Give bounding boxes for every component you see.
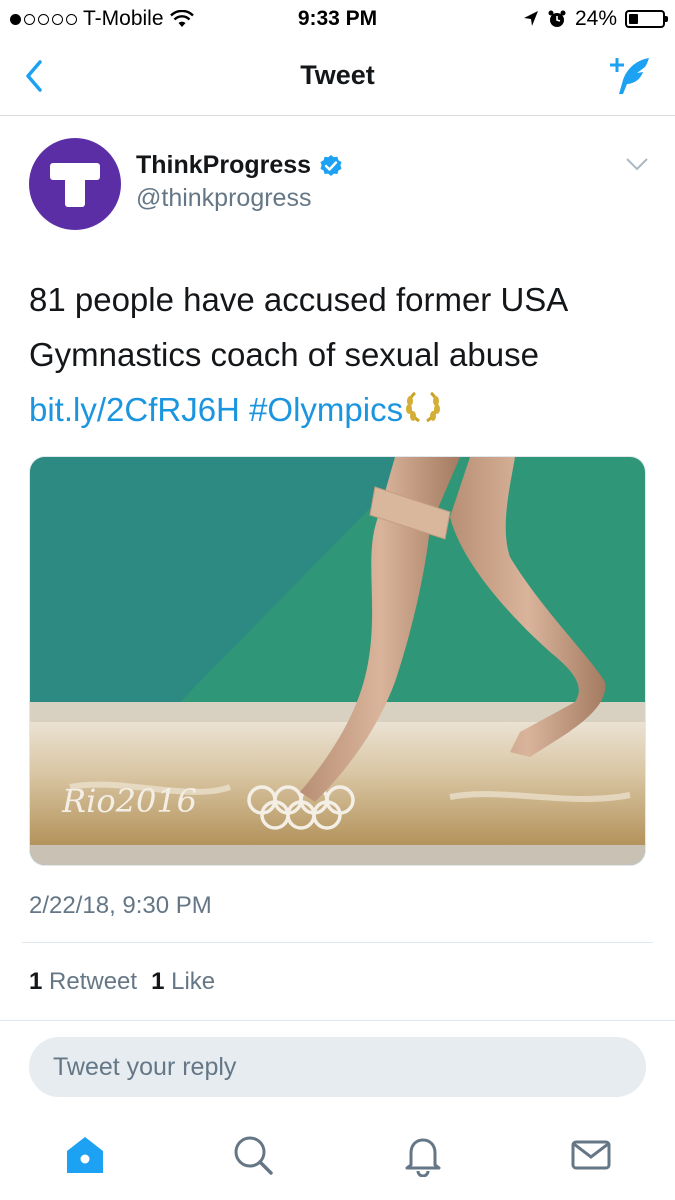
navigation-bar: Tweet bbox=[0, 38, 675, 116]
battery-percent: 24% bbox=[574, 7, 617, 30]
gymnast-balance-beam-image: Rio2016 bbox=[30, 457, 645, 865]
retweets-count: 1 bbox=[29, 968, 43, 995]
notifications-bell-icon[interactable] bbox=[401, 1133, 445, 1177]
alarm-icon bbox=[548, 10, 566, 27]
tweet-text: 81 people have accused former USA Gymnas… bbox=[29, 272, 654, 437]
search-icon[interactable] bbox=[231, 1133, 275, 1177]
page-title: Tweet bbox=[300, 60, 375, 90]
tweet-header: ThinkProgress @thinkprogress bbox=[29, 138, 649, 230]
display-name-row[interactable]: ThinkProgress bbox=[136, 151, 343, 180]
status-bar: T-Mobile 9:33 PM 24% bbox=[0, 0, 675, 38]
tweet-text-line: 81 people have accused former USA bbox=[29, 281, 569, 318]
compose-tweet-icon[interactable] bbox=[607, 54, 653, 98]
chevron-down-icon[interactable] bbox=[625, 156, 649, 172]
tweet-links-line: bit.ly/2CfRJ6H #Olympics bbox=[29, 382, 654, 437]
likes-stat[interactable]: 1 Like bbox=[151, 968, 215, 996]
avatar[interactable] bbox=[29, 138, 121, 230]
olympic-laurel-icon bbox=[406, 391, 441, 423]
tweet-text-line: Gymnastics coach of sexual abuse bbox=[29, 336, 539, 373]
hashtag-link[interactable]: #Olympics bbox=[249, 391, 403, 428]
home-icon[interactable] bbox=[63, 1133, 107, 1177]
battery-icon bbox=[625, 10, 668, 28]
tweet-photo[interactable]: Rio2016 bbox=[29, 456, 646, 866]
media-watermark: Rio2016 bbox=[61, 782, 197, 820]
thinkprogress-logo-icon bbox=[50, 163, 100, 207]
tab-bar bbox=[0, 1115, 675, 1200]
divider bbox=[22, 942, 653, 943]
likes-label: Like bbox=[171, 968, 216, 995]
retweets-label: Retweet bbox=[49, 968, 138, 995]
display-name[interactable]: ThinkProgress bbox=[136, 151, 311, 180]
location-arrow-icon bbox=[523, 11, 538, 26]
user-handle[interactable]: @thinkprogress bbox=[136, 184, 311, 213]
tweet-link[interactable]: bit.ly/2CfRJ6H bbox=[29, 391, 240, 428]
likes-count: 1 bbox=[151, 968, 165, 995]
divider bbox=[0, 1020, 675, 1021]
verified-badge-icon bbox=[320, 154, 342, 176]
status-right: 24% bbox=[523, 7, 668, 31]
engagement-stats: 1 Retweet 1 Like bbox=[29, 968, 215, 996]
tweet-timestamp: 2/22/18, 9:30 PM bbox=[29, 892, 212, 919]
messages-envelope-icon[interactable] bbox=[569, 1133, 613, 1177]
reply-input[interactable] bbox=[29, 1037, 646, 1097]
retweets-stat[interactable]: 1 Retweet bbox=[29, 968, 137, 996]
